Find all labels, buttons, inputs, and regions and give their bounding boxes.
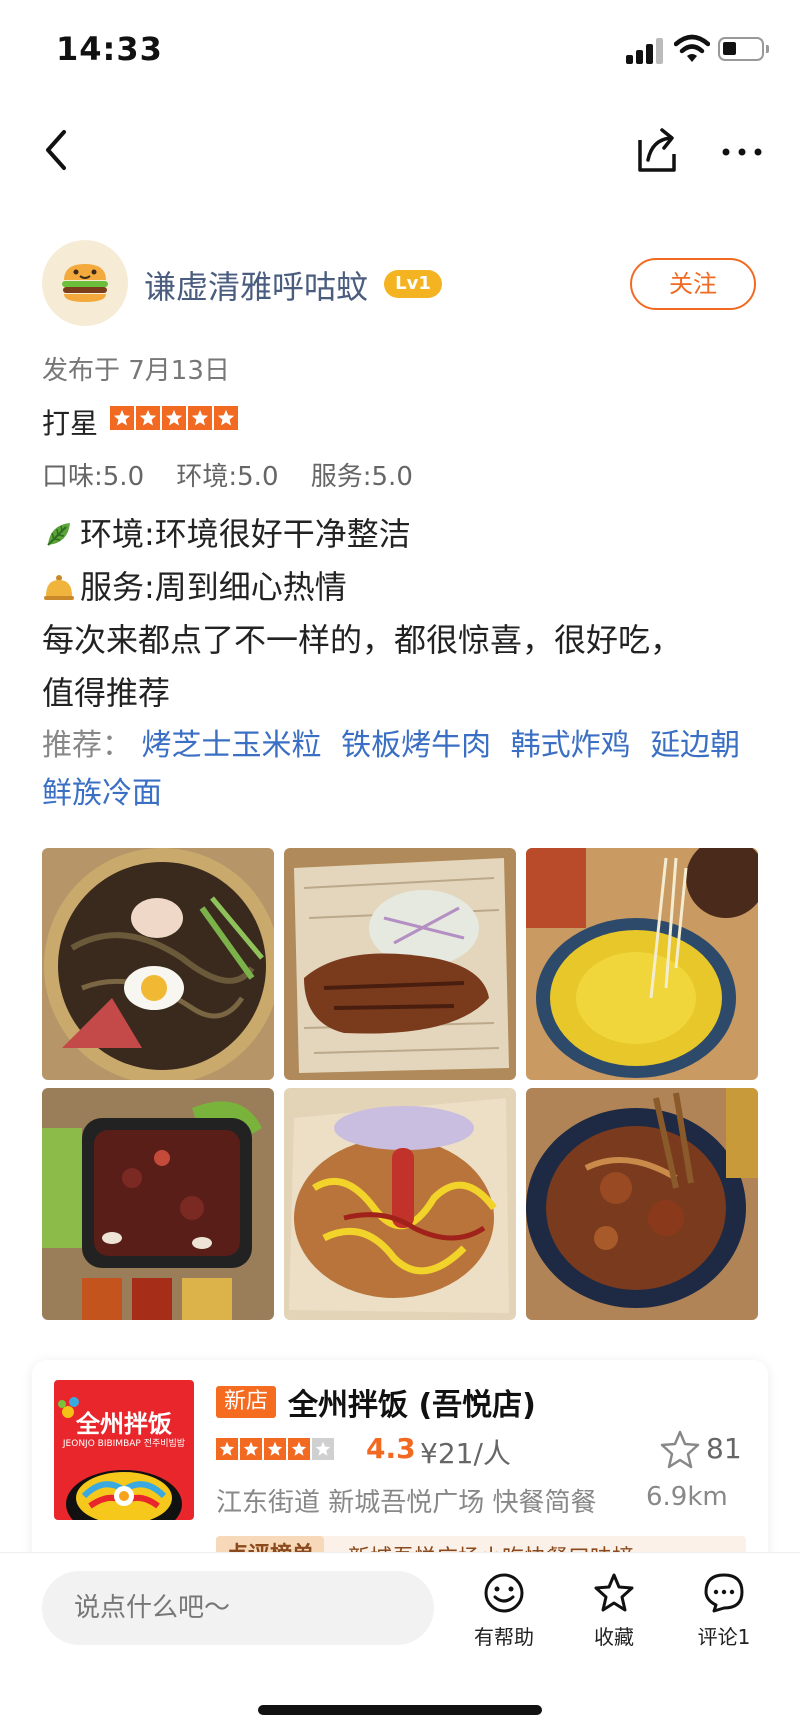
share-icon[interactable] (630, 122, 682, 178)
rating-label: 打星 (42, 407, 99, 440)
level-badge: Lv1 (384, 270, 442, 298)
shop-score: 4.3 (366, 1432, 416, 1465)
recommend-dish[interactable]: 烤芝士玉米粒 (142, 728, 322, 763)
helpful-label: 有帮助 (474, 1625, 534, 1649)
comment-input[interactable]: 说点什么吧～ (42, 1571, 434, 1645)
status-bar: 14:33 (0, 0, 800, 90)
photo-grid (42, 848, 758, 1320)
rating-star (136, 406, 160, 430)
rating-stars (110, 406, 240, 430)
comment-icon (704, 1573, 744, 1613)
subscores: 口味:5.0 环境:5.0 服务:5.0 (42, 456, 437, 493)
bottom-bar: 说点什么吧～ 有帮助 收藏 评论1 (0, 1552, 800, 1733)
shop-star (216, 1438, 238, 1460)
review-service-text: 服务:周到细心热情 (80, 568, 347, 606)
battery-icon (718, 37, 769, 61)
shop-favorite-count: 81 (706, 1432, 742, 1465)
shop-star (264, 1438, 286, 1460)
smile-icon (484, 1573, 524, 1613)
leaf-icon (47, 523, 70, 546)
shop-rating-stars (216, 1438, 336, 1460)
recommend-dishes: 推荐： 烤芝士玉米粒 铁板烤牛肉 韩式炸鸡 延边朝鲜族冷面 (42, 722, 762, 818)
comment-label: 评论1 (697, 1625, 751, 1649)
author-row: 谦虚清雅呼咕蚊 Lv1 关注 (42, 240, 758, 326)
comment-button[interactable]: 评论1 (674, 1571, 774, 1661)
subscore-environment: 环境:5.0 (176, 462, 279, 492)
review-line-body: 每次来都点了不一样的，都很惊喜，很好吃， (42, 621, 683, 659)
star-outline-icon[interactable] (658, 1428, 702, 1472)
shop-card[interactable]: 全州拌饭 JEONJO BIBIMBAP 전주비빔밥 新店 全州拌饭 (吾悦店)… (32, 1360, 768, 1570)
wifi-icon (674, 34, 710, 62)
rating-star (162, 406, 186, 430)
back-icon[interactable] (34, 122, 82, 178)
review-line-service: 服务:周到细心热情 (42, 561, 762, 614)
review-line-environment: 环境:环境很好干净整洁 (42, 508, 762, 561)
more-icon[interactable] (716, 122, 768, 178)
home-indicator (258, 1705, 542, 1715)
new-shop-badge: 新店 (216, 1386, 277, 1418)
review-content: 环境:环境很好干净整洁 服务:周到细心热情 每次来都点了不一样的，都很惊喜，很好… (42, 508, 762, 720)
burger-icon (62, 264, 108, 302)
review-environment-text: 环境:环境很好干净整洁 (80, 515, 411, 553)
star-icon (594, 1573, 634, 1612)
bibimbap-icon (58, 1397, 182, 1520)
cellular-signal-icon (626, 36, 666, 64)
photo-grilled-beef[interactable] (42, 1088, 274, 1320)
shop-star (240, 1438, 262, 1460)
bell-icon (44, 575, 74, 600)
photo-fried-chicken[interactable] (284, 1088, 516, 1320)
avatar[interactable] (42, 240, 128, 326)
recommend-dish[interactable]: 韩式炸鸡 (511, 728, 631, 763)
recommend-dish[interactable]: 铁板烤牛肉 (341, 728, 491, 763)
collect-button[interactable]: 收藏 (564, 1571, 664, 1661)
photo-spicy-stirfry[interactable] (526, 1088, 758, 1320)
photo-cold-noodles[interactable] (42, 848, 274, 1080)
rating-star (214, 406, 238, 430)
subscore-service: 服务:5.0 (310, 462, 413, 492)
nav-bar (0, 100, 800, 200)
author-name[interactable]: 谦虚清雅呼咕蚊 (144, 262, 368, 308)
rating-star (110, 406, 134, 430)
shop-name: 全州拌饭 (吾悦店) (288, 1388, 536, 1423)
shop-star (288, 1438, 310, 1460)
recommend-label: 推荐： (42, 728, 132, 763)
helpful-button[interactable]: 有帮助 (454, 1571, 554, 1661)
collect-label: 收藏 (594, 1625, 634, 1649)
subscore-taste: 口味:5.0 (42, 462, 145, 492)
photo-cheese-corn[interactable] (526, 848, 758, 1080)
rating-star (188, 406, 212, 430)
follow-button[interactable]: 关注 (630, 258, 756, 310)
shop-distance: 6.9km (646, 1482, 728, 1512)
shop-area: 江东街道 新城吾悦广场 快餐简餐 (216, 1488, 597, 1518)
photo-pork-cutlet[interactable] (284, 848, 516, 1080)
review-line-body-end: 值得推荐 (42, 674, 171, 712)
shop-logo: 全州拌饭 JEONJO BIBIMBAP 전주비빔밥 (54, 1380, 194, 1520)
post-date: 发布于 7月13日 (42, 356, 230, 386)
shop-star (312, 1438, 334, 1460)
shop-price: ¥21/人 (420, 1437, 511, 1470)
status-time: 14:33 (56, 30, 163, 68)
